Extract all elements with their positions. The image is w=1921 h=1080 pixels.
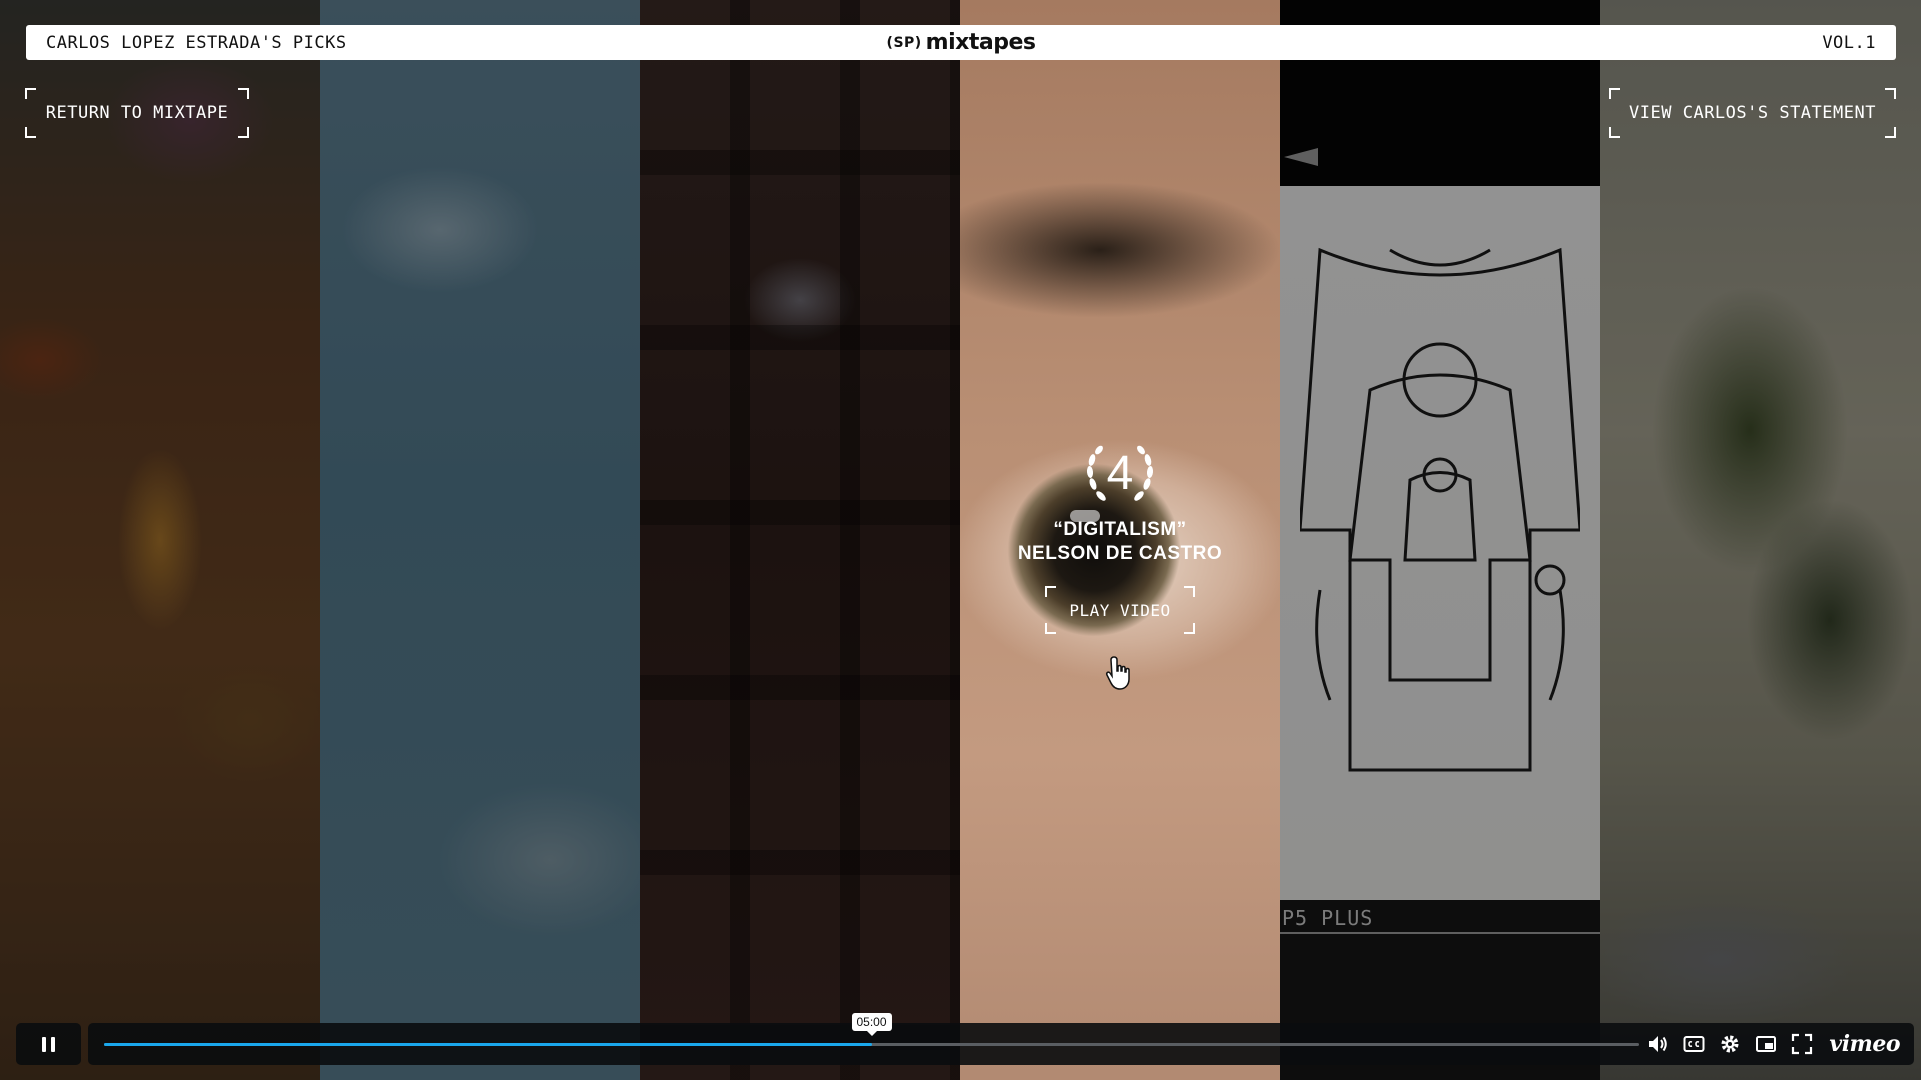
sky-still[interactable] <box>320 0 640 1080</box>
volume-icon[interactable] <box>1647 1033 1669 1055</box>
settings-icon[interactable] <box>1719 1033 1741 1055</box>
brand-name: mixtapes <box>925 30 1036 55</box>
play-video-button[interactable]: PLAY VIDEO <box>1045 586 1195 634</box>
curator-label: CARLOS LOPEZ ESTRADA'S PICKS <box>46 32 347 53</box>
statement-button-label: VIEW CARLOS'S STATEMENT <box>1629 103 1876 123</box>
vimeo-logo[interactable]: vimeo <box>1829 1031 1900 1057</box>
laurel-wreath-icon: 4 <box>1083 444 1157 506</box>
view-statement-button[interactable]: VIEW CARLOS'S STATEMENT <box>1609 88 1896 138</box>
volume-label: VOL.1 <box>1822 32 1876 53</box>
return-to-mixtape-button[interactable]: RETURN TO MIXTAPE <box>25 88 249 138</box>
drawing-caption: P5 PLUS <box>1282 906 1374 930</box>
caption-rule <box>1280 932 1600 934</box>
film-title: “DIGITALISM” <box>1053 519 1187 540</box>
rank-number: 4 <box>1106 447 1134 500</box>
top-bar: CARLOS LOPEZ ESTRADA'S PICKS (SP) mixtap… <box>26 25 1896 60</box>
drawing-still[interactable]: P5 PLUS <box>1280 0 1600 1080</box>
tree-still[interactable] <box>1600 0 1921 1080</box>
floral-still[interactable] <box>0 0 320 1080</box>
brand-mark: (SP) <box>886 34 922 51</box>
picture-in-picture-icon[interactable] <box>1755 1033 1777 1055</box>
brand-logo[interactable]: (SP) mixtapes <box>887 30 1036 55</box>
progress-track[interactable]: 05:00 <box>104 1013 1639 1046</box>
fullscreen-icon[interactable] <box>1791 1033 1813 1055</box>
tshirt-drawing <box>1300 247 1580 772</box>
play-triangle-mark <box>1284 148 1318 166</box>
pointer-hand-icon <box>1106 656 1130 690</box>
return-button-label: RETURN TO MIXTAPE <box>45 103 229 123</box>
pause-icon <box>42 1036 46 1052</box>
film-director: NELSON DE CASTRO <box>1017 543 1223 564</box>
player-icon-group: vimeo <box>1647 1023 1900 1065</box>
featured-film: 4 “DIGITALISM” NELSON DE CASTRO PLAY VID… <box>960 444 1280 634</box>
play-video-label: PLAY VIDEO <box>1069 600 1171 620</box>
progress-fill <box>104 1043 872 1046</box>
closed-captions-icon[interactable] <box>1683 1033 1705 1055</box>
building-still[interactable] <box>640 0 960 1080</box>
player-control-bar: 05:00 vimeo <box>88 1013 1914 1065</box>
pause-button[interactable] <box>16 1023 81 1065</box>
current-time-tooltip: 05:00 <box>851 1013 892 1031</box>
